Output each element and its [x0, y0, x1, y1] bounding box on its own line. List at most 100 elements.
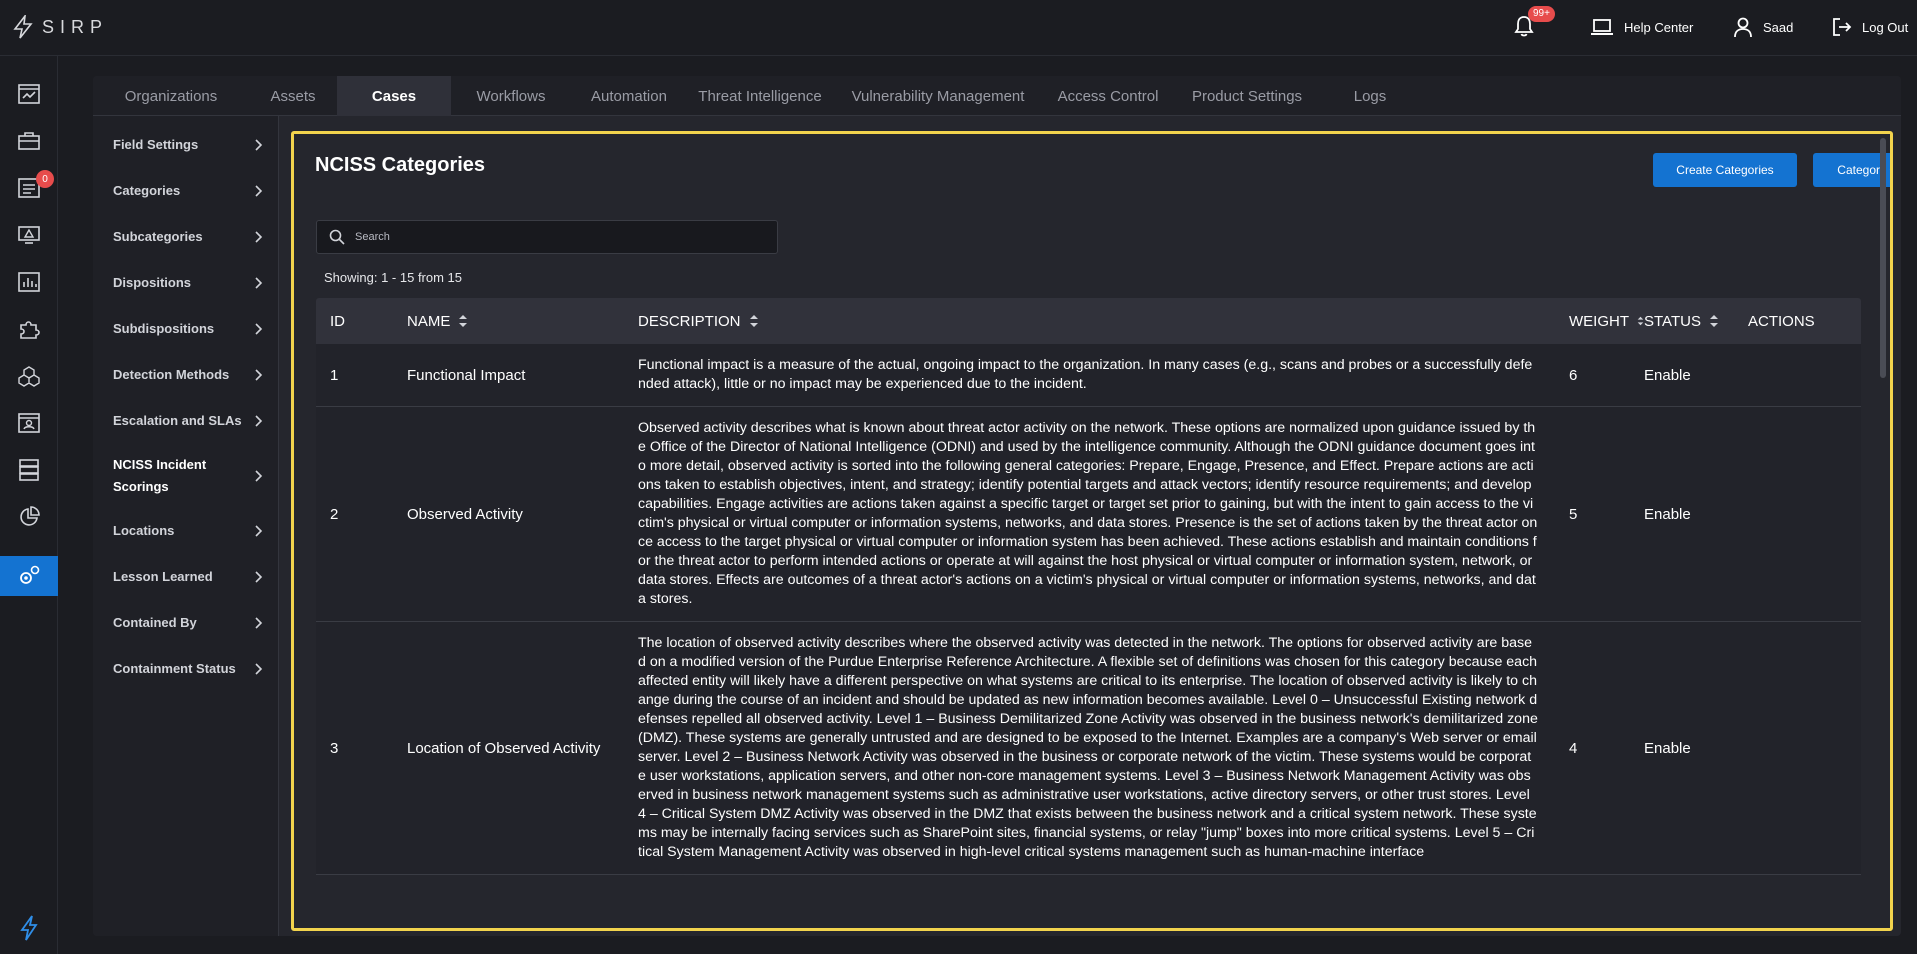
cubes-icon — [18, 366, 40, 387]
subnav-item-label: Subdispositions — [113, 321, 215, 336]
alert-monitor-icon — [18, 226, 40, 244]
categories-table: ID NAME DESCRIPTION WEIGHT STATUS ACTION… — [316, 298, 1861, 875]
subnav-item-containment-status[interactable]: Containment Status — [113, 658, 263, 680]
bar-chart-icon — [18, 272, 40, 292]
tab-logs[interactable]: Logs — [1321, 76, 1419, 116]
create-categories-button[interactable]: Create Categories — [1653, 153, 1797, 187]
cell-status: Enable — [1644, 739, 1691, 757]
subnav-item-dispositions[interactable]: Dispositions — [113, 272, 263, 294]
chevron-right-icon — [255, 323, 263, 335]
subnav-item-locations[interactable]: Locations — [113, 520, 263, 542]
notifications-badge: 99+ — [1528, 6, 1555, 22]
tab-automation[interactable]: Automation — [571, 76, 687, 116]
user-panel-icon — [18, 413, 40, 433]
cell-id: 1 — [330, 366, 339, 384]
logout-icon — [1833, 18, 1852, 36]
panel-scrollbar[interactable] — [1880, 138, 1886, 378]
column-header-description[interactable]: DESCRIPTION — [638, 313, 1538, 330]
cell-id: 2 — [330, 505, 339, 523]
rail-assets[interactable] — [0, 356, 58, 396]
logout-button[interactable]: Log Out — [1832, 14, 1908, 40]
top-bar: SIRP 99+ Help Center Saad Log Out — [0, 0, 1917, 56]
column-header-name[interactable]: NAME — [407, 313, 638, 330]
subnav-item-nciss-incident-scorings[interactable]: NCISS Incident Scorings — [113, 454, 263, 498]
subnav-item-detection-methods[interactable]: Detection Methods — [113, 364, 263, 386]
tab-organizations[interactable]: Organizations — [93, 76, 249, 116]
rail-integrations[interactable] — [0, 309, 58, 349]
column-header-status[interactable]: STATUS — [1644, 313, 1748, 330]
subnav-item-label: Containment Status — [113, 661, 236, 676]
column-header-id: ID — [316, 313, 407, 330]
search-input[interactable] — [355, 231, 755, 243]
rail-cases[interactable]: 0 — [0, 168, 58, 208]
rail-settings[interactable] — [0, 556, 58, 596]
rail-analytics[interactable] — [0, 497, 58, 537]
rail-users[interactable] — [0, 403, 58, 443]
app-logo[interactable]: SIRP — [12, 14, 108, 40]
cell-status: Enable — [1644, 505, 1691, 523]
chevron-right-icon — [255, 185, 263, 197]
rail-reports[interactable] — [0, 262, 58, 302]
subnav-item-categories[interactable]: Categories — [113, 180, 263, 202]
subnav-item-escalation-slas[interactable]: Escalation and SLAs — [113, 410, 263, 432]
chevron-right-icon — [255, 617, 263, 629]
user-menu[interactable]: Saad — [1733, 14, 1793, 40]
rail-alerts[interactable] — [0, 215, 58, 255]
page-title: NCISS Categories — [315, 154, 486, 176]
table-row[interactable]: 2 Observed Activity Observed activity de… — [316, 407, 1861, 622]
tab-product-settings[interactable]: Product Settings — [1173, 76, 1321, 116]
cell-status: Enable — [1644, 366, 1691, 384]
help-center-label: Help Center — [1624, 19, 1694, 35]
chevron-right-icon — [255, 571, 263, 583]
tab-threat-intelligence[interactable]: Threat Intelligence — [687, 76, 833, 116]
results-count: Showing: 1 - 15 from 15 — [324, 270, 463, 285]
subnav-item-label: Subcategories — [113, 229, 203, 244]
header-label: STATUS — [1644, 312, 1701, 330]
subnav-item-subdispositions[interactable]: Subdispositions — [113, 318, 263, 340]
cell-name: Observed Activity — [407, 505, 523, 523]
briefcase-icon — [18, 132, 40, 150]
rail-servers[interactable] — [0, 450, 58, 490]
rail-dashboard[interactable] — [0, 74, 58, 114]
table-row[interactable]: 3 Location of Observed Activity The loca… — [316, 622, 1861, 875]
column-header-weight[interactable]: WEIGHT — [1538, 313, 1644, 330]
puzzle-icon — [20, 321, 40, 339]
subnav-item-label: Detection Methods — [113, 367, 230, 382]
bolt-icon — [20, 915, 38, 941]
main-container: Organizations Assets Cases Workflows Aut… — [93, 76, 1901, 936]
rail-briefcase[interactable] — [0, 121, 58, 161]
subnav-item-label: Dispositions — [113, 275, 192, 290]
table-header: ID NAME DESCRIPTION WEIGHT STATUS ACTION… — [316, 298, 1861, 344]
tab-workflows[interactable]: Workflows — [451, 76, 571, 116]
cell-description: The location of observed activity descri… — [638, 635, 1538, 860]
cell-description: Observed activity describes what is know… — [638, 420, 1538, 607]
subnav-item-field-settings[interactable]: Field Settings — [113, 134, 263, 156]
help-center-link[interactable]: Help Center — [1590, 14, 1693, 40]
cases-badge: 0 — [36, 170, 54, 188]
rail-brand — [0, 908, 58, 948]
chevron-right-icon — [255, 525, 263, 537]
tab-vulnerability-management[interactable]: Vulnerability Management — [833, 76, 1043, 116]
cell-id: 3 — [330, 739, 339, 757]
subnav-item-lesson-learned[interactable]: Lesson Learned — [113, 566, 263, 588]
header-label: WEIGHT — [1569, 312, 1629, 330]
table-row[interactable]: 1 Functional Impact Functional impact is… — [316, 344, 1861, 407]
chevron-right-icon — [255, 369, 263, 381]
subnav-item-label: Escalation and SLAs — [113, 413, 242, 428]
gears-icon — [20, 565, 40, 584]
cell-name: Functional Impact — [407, 366, 526, 384]
tab-access-control[interactable]: Access Control — [1043, 76, 1173, 116]
subnav-item-label: Categories — [113, 183, 181, 198]
tab-assets[interactable]: Assets — [249, 76, 337, 116]
laptop-icon — [1591, 19, 1613, 35]
search-box — [316, 220, 778, 254]
subnav-item-label: Lesson Learned — [113, 569, 213, 584]
chevron-right-icon — [255, 415, 263, 427]
user-name: Saad — [1763, 19, 1794, 35]
subnav-item-contained-by[interactable]: Contained By — [113, 612, 263, 634]
top-tabs: Organizations Assets Cases Workflows Aut… — [93, 76, 1901, 116]
settings-subnav: Field Settings Categories Subcategories … — [93, 116, 279, 936]
chevron-right-icon — [255, 231, 263, 243]
subnav-item-subcategories[interactable]: Subcategories — [113, 226, 263, 248]
tab-cases[interactable]: Cases — [337, 76, 451, 116]
